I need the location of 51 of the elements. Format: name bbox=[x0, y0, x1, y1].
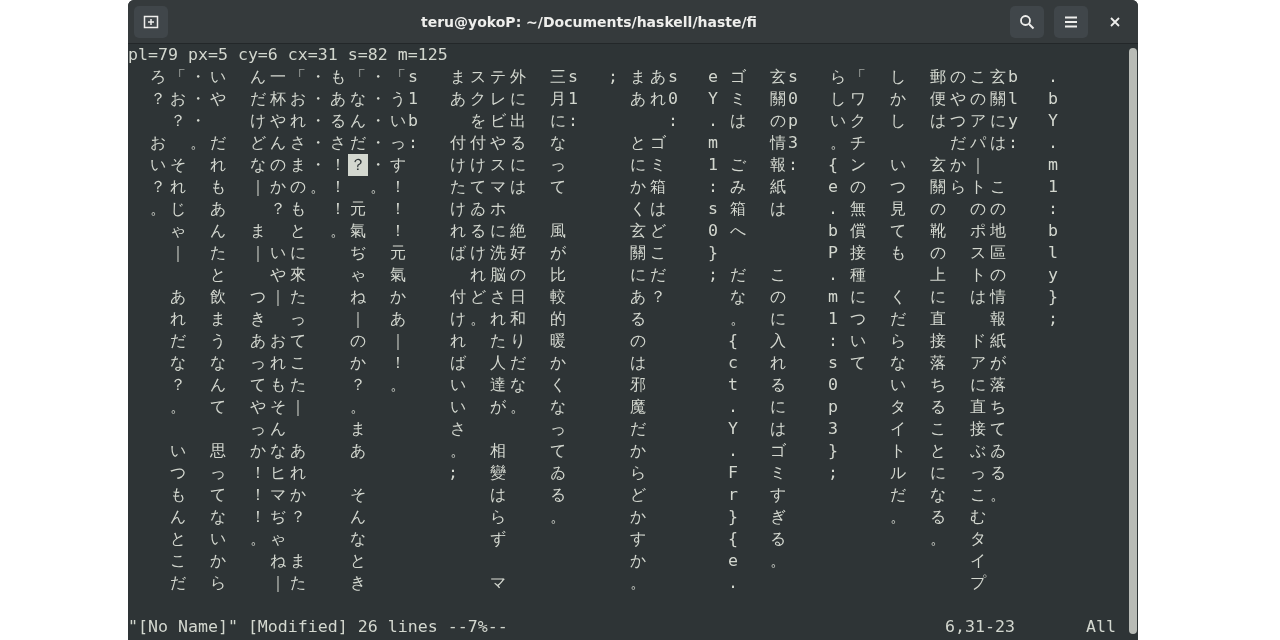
text-line: す { る bbox=[629, 528, 787, 550]
message-line: pl=79 px=5 cy=6 cx=31 s=82 m=125 bbox=[128, 44, 449, 66]
text-line: P 接 も の ス區 l bbox=[827, 242, 1058, 264]
cursor-position: 6,31-23 bbox=[945, 616, 1015, 638]
status-file-info: "[No Name]" [Modified] 26 lines --7%-- bbox=[128, 616, 509, 638]
text-line: 。じ あ ？も ！元 ！ けゐホ bbox=[149, 199, 507, 220]
text-line: プ bbox=[969, 573, 988, 594]
text-line: 。 . bbox=[629, 572, 738, 594]
text-line: こ か ねま と bbox=[169, 551, 367, 572]
text-line: くは s 箱 は . 無 見 の のの : bbox=[629, 198, 1058, 220]
text-line: と や來 ゃ 氣 れ脳の 比 にだ ; だ こ . 種 上 トの y bbox=[209, 264, 1058, 286]
menu-button[interactable] bbox=[1054, 5, 1088, 38]
text-line: マ bbox=[489, 573, 507, 594]
text-line: いそ れ なのま・！ bbox=[149, 155, 347, 176]
text-line: ゃ ん ま と 。氣 ！ れるに絶 風 玄ど 0 へ b 償 て 靴 ポ地 b bbox=[169, 220, 1058, 242]
window-title: teru@yokoP: ~/Documents/haskell/haste/fi bbox=[420, 13, 758, 30]
text-line: つ っ ！ヒれ bbox=[169, 463, 307, 484]
text-line: も て ！マか そ bbox=[169, 485, 367, 506]
text-line: か e 。 bbox=[629, 550, 787, 572]
text-line: ？ ん てもた ？ 。 い 達な く 邪 t る 0 い ち に落 bbox=[169, 374, 1007, 396]
new-tab-icon bbox=[143, 13, 159, 30]
text-line: な な っれこ か ！ ば 人だ か は c れ s て な 落 アが bbox=[169, 352, 1007, 374]
text-line: ？れ も ｜かの。！ 。！ たてマは て か箱 : み 紙 e の つ 關らトこ 1 bbox=[149, 176, 1058, 198]
search-icon bbox=[1019, 13, 1035, 30]
search-button[interactable] bbox=[1010, 5, 1044, 38]
text-line: お 。だ どんさ・さだ・っ: 付付やる な とゴ m 情3 。チ だパは: . bbox=[149, 132, 1058, 154]
text-line: だ な こ。 bbox=[889, 485, 1007, 506]
scroll-position: All bbox=[1086, 616, 1116, 638]
text-line: と い 。ゃ な bbox=[169, 529, 367, 550]
text-line: 。 て やそ｜ 。 い が。 な 魔 . に p タ る 直ち bbox=[169, 396, 1007, 418]
text-line: 。 る む bbox=[889, 507, 987, 528]
text-line: ・す けけスに っ にミ 1 ご 報: { ン い 玄か｜ m bbox=[369, 154, 1058, 176]
text-line: っん ま さ っ だ Y は 3 イ こ 接て bbox=[249, 418, 1007, 440]
text-line: 。 タ bbox=[929, 529, 987, 550]
text-line: だ う あおて の ｜ れ たり 暖 の { 入 : い ら 接 ド紙 bbox=[169, 330, 1007, 352]
text-line: あ 飲 つ｜た ね か 付どさ日 較 あ？ な の m に く に は情 } bbox=[169, 286, 1058, 308]
text-line: れ ま き っ ｜ あ け。れ和 的 る 。 に 1 つ だ 直 報 ; bbox=[169, 308, 1058, 330]
text-line: は る ど r す bbox=[489, 484, 787, 506]
text-line: ら 。 か } ぎ bbox=[489, 506, 787, 528]
text-line: だ ら ｜た き bbox=[169, 573, 367, 594]
text-cursor: ？ bbox=[348, 154, 368, 176]
text-line: ｜ た ｜いに ぢ 元 ばけ洗好 が 關こ } bbox=[169, 242, 718, 264]
new-tab-button[interactable] bbox=[134, 5, 168, 38]
text-line: ん な ！ぢ？ ん bbox=[169, 507, 367, 528]
text-line: イ bbox=[969, 551, 987, 572]
menu-icon bbox=[1064, 15, 1078, 28]
text-line: ; 變 ゐ ら F ミ ; ル に っる bbox=[447, 462, 1007, 484]
text-line: ず bbox=[489, 529, 507, 550]
close-icon bbox=[1110, 16, 1120, 27]
scrollbar-thumb[interactable] bbox=[1129, 48, 1137, 634]
text-line: い 思 かなあ あ 。 相 て か . ゴ } ト と ぶゐ bbox=[169, 440, 1007, 462]
